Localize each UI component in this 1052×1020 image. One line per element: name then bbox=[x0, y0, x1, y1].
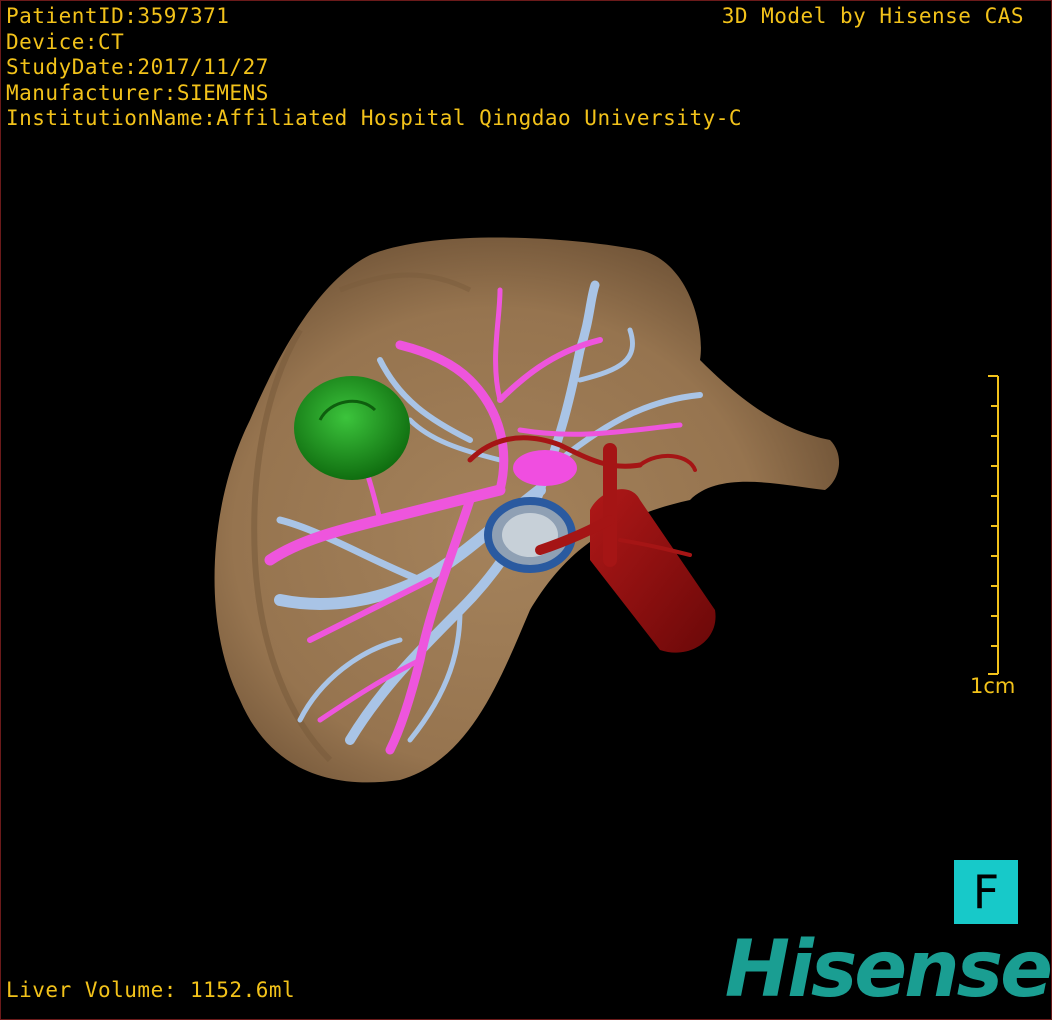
patient-id: PatientID:3597371 bbox=[6, 4, 230, 28]
scale-label: 1cm bbox=[970, 674, 1016, 698]
liver-volume: Liver Volume: 1152.6ml bbox=[6, 978, 296, 1002]
scale-bar bbox=[988, 375, 999, 675]
manufacturer: Manufacturer:SIEMENS bbox=[6, 80, 269, 105]
device: Device:CT bbox=[6, 29, 125, 54]
dicom-info: PatientID:3597371 Device:CT StudyDate:20… bbox=[6, 4, 742, 132]
liver-3d-model[interactable] bbox=[0, 0, 1052, 1020]
study-date: StudyDate:2017/11/27 bbox=[6, 55, 269, 79]
hisense-logo: Hisense bbox=[724, 925, 1052, 1015]
institution-name: InstitutionName:Affiliated Hospital Qing… bbox=[6, 106, 743, 130]
orientation-front-button[interactable]: F bbox=[954, 860, 1018, 924]
model-credit: 3D Model by Hisense CAS bbox=[721, 4, 1024, 28]
tumor-mass bbox=[294, 376, 410, 480]
